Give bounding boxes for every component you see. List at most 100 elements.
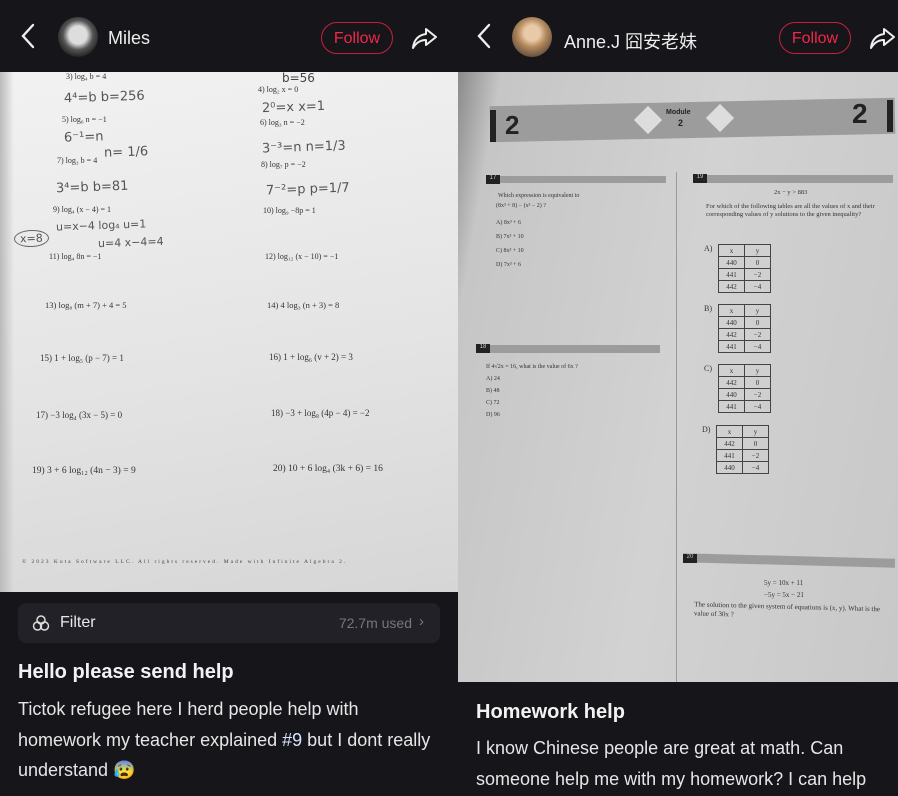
- table-row: 440 0: [718, 256, 771, 269]
- problem: 6) log₃ n = −2: [260, 118, 305, 127]
- problem: 5) log₆ n = −1: [62, 115, 107, 124]
- table-cell: 441: [718, 268, 745, 281]
- problem: 18) −3 + log₈ (4p − 4) = −2: [271, 408, 370, 418]
- avatar[interactable]: [58, 17, 98, 57]
- username[interactable]: Miles: [108, 28, 150, 49]
- question-number: 19: [693, 174, 707, 183]
- table-cell: x: [718, 364, 745, 377]
- table-row: 441 −2: [716, 449, 769, 462]
- back-arrow-icon[interactable]: [20, 22, 36, 50]
- module-label: Module: [666, 109, 691, 116]
- username[interactable]: Anne.J 囧安老妹: [564, 28, 697, 54]
- question-header: [693, 175, 893, 183]
- table-cell: 441: [718, 400, 745, 413]
- question-text: (8x³ + 8) − (x³ − 2) ?: [496, 203, 546, 209]
- table-label: B): [704, 304, 712, 313]
- handwritten-note: u=x−4 log₄ u=1: [55, 217, 147, 234]
- answer-table: x y 440 0 441 −2 442 −4: [718, 244, 771, 293]
- table-cell: 440: [718, 388, 745, 401]
- question-header: [682, 553, 896, 568]
- table-label: C): [704, 364, 712, 373]
- question-text: For which of the following tables are al…: [706, 203, 875, 218]
- handwritten-note: 7⁻²=p p=1/7: [265, 180, 350, 199]
- filter-bar[interactable]: Filter 72.7m used ›: [18, 603, 440, 643]
- handwritten-note: n= 1/6: [103, 144, 149, 161]
- table-cell: 441: [718, 340, 745, 353]
- table-cell: y: [744, 244, 771, 257]
- answer-table: x y 440 0 442 −2 441 −4: [718, 304, 771, 353]
- right-post: Anne.J 囧安老妹 Follow 2 Module 2 2 17 Which…: [458, 0, 898, 796]
- question-number: 18: [476, 344, 490, 353]
- problem: 8) log₇ p = −2: [261, 160, 306, 169]
- post-body: Tictok refugee here I herd people help w…: [18, 694, 438, 786]
- answer-choice: A) 24: [486, 376, 500, 382]
- table-cell: y: [744, 304, 771, 317]
- table-row: 441 −4: [718, 340, 771, 353]
- filter-usage: 72.7m used: [338, 615, 412, 631]
- table-row: 440 −2: [718, 388, 771, 401]
- share-icon[interactable]: [868, 24, 896, 52]
- table-cell: 442: [718, 280, 745, 293]
- question-text: The solution to the given system of equa…: [693, 600, 881, 619]
- table-cell: −2: [744, 328, 771, 341]
- answer-choice: C) 8x³ + 10: [496, 248, 524, 254]
- table-cell: −2: [742, 449, 769, 462]
- table-cell: y: [742, 425, 769, 438]
- filter-label: Filter: [60, 614, 96, 631]
- table-cell: 442: [716, 437, 743, 450]
- problem: 19) 3 + 6 log₁₂ (4n − 3) = 9: [32, 466, 136, 476]
- table-row: xy: [718, 304, 771, 317]
- handwritten-answer: x=8: [13, 229, 50, 248]
- follow-button[interactable]: Follow: [321, 22, 393, 54]
- emoji: 😰: [113, 760, 136, 780]
- answer-table: x y 442 0 440 −2 441 −4: [718, 364, 771, 413]
- inequality: 2x − y > 883: [774, 189, 808, 196]
- hashtag-link[interactable]: #9: [282, 730, 302, 750]
- back-arrow-icon[interactable]: [476, 22, 492, 50]
- filter-icon: [32, 615, 50, 631]
- table-cell: −4: [744, 280, 771, 293]
- post-image[interactable]: 3) log₄ b = 4 4) log₂ x = 0 5) log₆ n = …: [0, 72, 458, 592]
- table-row: 442 0: [718, 376, 771, 389]
- table-cell: −2: [744, 268, 771, 281]
- module-number: 2: [678, 118, 684, 128]
- table-cell: 0: [742, 437, 769, 450]
- post-title: Homework help: [476, 701, 625, 723]
- follow-button[interactable]: Follow: [779, 22, 851, 54]
- handwritten-note: u=4 x−4=4: [97, 234, 164, 251]
- problem: 12) log₁₂ (x − 10) = −1: [265, 252, 339, 261]
- table-row: 441 −4: [718, 400, 771, 413]
- question-header: [476, 345, 660, 353]
- problem: 7) log₃ b = 4: [57, 156, 98, 165]
- problem: 4) log₂ x = 0: [258, 85, 299, 94]
- problem: 11) log₄ 8n = −1: [49, 252, 102, 261]
- table-label: D): [702, 425, 711, 434]
- post-header: Miles Follow: [0, 0, 458, 72]
- table-cell: y: [744, 364, 771, 377]
- table-cell: 442: [718, 328, 745, 341]
- problem: 9) log₄ (x − 4) = 1: [53, 205, 112, 214]
- table-row: 442 −4: [718, 280, 771, 293]
- table-row: 442 0: [716, 437, 769, 450]
- table-row: xy: [716, 425, 769, 438]
- answer-choice: D) 7x³ + 6: [496, 262, 522, 268]
- question-text: Which expression is equivalent to: [498, 193, 580, 199]
- answer-choice: B) 7x³ + 10: [496, 234, 524, 240]
- handwritten-note: b=56: [282, 72, 315, 85]
- post-image[interactable]: 2 Module 2 2 17 Which expression is equi…: [458, 72, 898, 682]
- table-cell: 0: [744, 316, 771, 329]
- module-banner: [489, 97, 896, 143]
- table-row: xy: [718, 364, 771, 377]
- answer-choice: D) 96: [486, 412, 500, 418]
- table-cell: −4: [744, 400, 771, 413]
- problem: 14) 4 log₃ (n + 3) = 8: [267, 300, 340, 310]
- avatar[interactable]: [512, 17, 552, 57]
- table-row: xy: [718, 244, 771, 257]
- table-row: 440 0: [718, 316, 771, 329]
- handwritten-note: 6⁻¹=n: [63, 129, 104, 146]
- answer-table: x y 442 0 441 −2 440 −4: [716, 425, 769, 474]
- post-body: I know Chinese people are great at math.…: [476, 738, 867, 789]
- share-icon[interactable]: [410, 24, 438, 52]
- problem: 10) log₉ −8p = 1: [263, 206, 316, 215]
- post-header: Anne.J 囧安老妹 Follow: [458, 0, 898, 72]
